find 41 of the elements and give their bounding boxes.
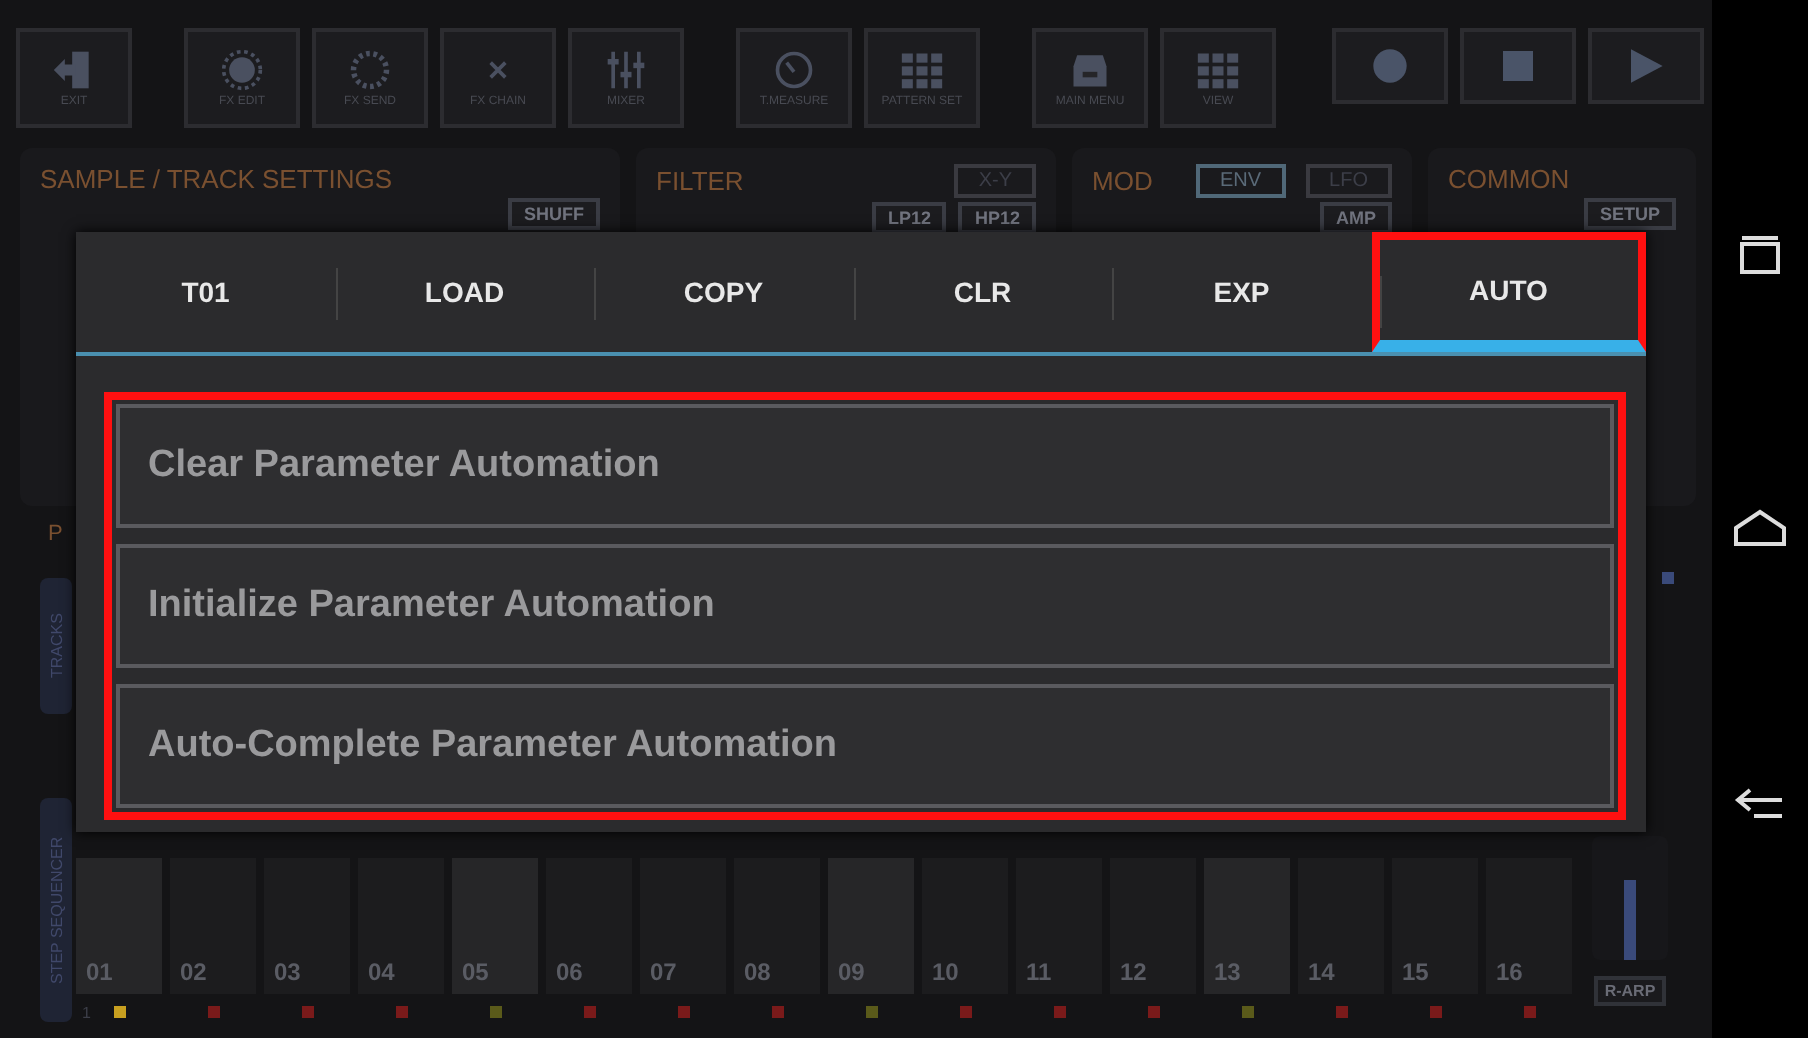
step-button[interactable]: 02: [170, 858, 256, 994]
square-icon: [1498, 46, 1538, 86]
step-button[interactable]: 09: [828, 858, 914, 994]
circle-icon: [1370, 46, 1410, 86]
stop-button[interactable]: [1460, 28, 1576, 104]
dialog-tab[interactable]: AUTO: [1371, 232, 1646, 352]
volume-slider[interactable]: [1592, 836, 1668, 960]
panel-button[interactable]: LP12: [871, 202, 947, 234]
step-button[interactable]: 05: [452, 858, 538, 994]
step-button[interactable]: 08: [734, 858, 820, 994]
step-button[interactable]: 07: [640, 858, 726, 994]
step-button[interactable]: 14: [1298, 858, 1384, 994]
toggle-button[interactable]: ENV: [1195, 164, 1286, 198]
step-button[interactable]: 11: [1016, 858, 1102, 994]
panel-button[interactable]: SETUP: [1583, 198, 1676, 230]
panel-button[interactable]: HP12: [958, 202, 1036, 234]
r-arp-button[interactable]: R-ARP: [1594, 976, 1666, 1006]
panel-title: MOD: [1092, 166, 1153, 196]
dialog-tab[interactable]: T01: [76, 232, 335, 352]
step-button[interactable]: 04: [358, 858, 444, 994]
step-button[interactable]: 15: [1392, 858, 1478, 994]
scroll-indicator: [1662, 572, 1674, 584]
panel-letter: P: [48, 522, 63, 546]
step-button[interactable]: 01: [76, 858, 162, 994]
step-button[interactable]: 12: [1110, 858, 1196, 994]
panel-button[interactable]: SHUFF: [508, 198, 600, 230]
step-button[interactable]: 03: [264, 858, 350, 994]
triangle-icon: [1626, 46, 1666, 86]
record-button[interactable]: [1332, 28, 1448, 104]
step-button[interactable]: 13: [1204, 858, 1290, 994]
menu-item[interactable]: Clear Parameter Automation: [116, 404, 1614, 528]
menu-item[interactable]: Initialize Parameter Automation: [116, 544, 1614, 668]
step-button[interactable]: 06: [546, 858, 632, 994]
menu-item[interactable]: Auto-Complete Parameter Automation: [116, 684, 1614, 808]
panel-title: SAMPLE / TRACK SETTINGS: [40, 164, 393, 194]
panel-title: FILTER: [656, 166, 744, 196]
panel-title: COMMON: [1448, 164, 1570, 194]
step-button[interactable]: 16: [1486, 858, 1572, 994]
step-button[interactable]: 10: [922, 858, 1008, 994]
play-button[interactable]: [1588, 28, 1704, 104]
panel-button[interactable]: AMP: [1320, 202, 1392, 234]
